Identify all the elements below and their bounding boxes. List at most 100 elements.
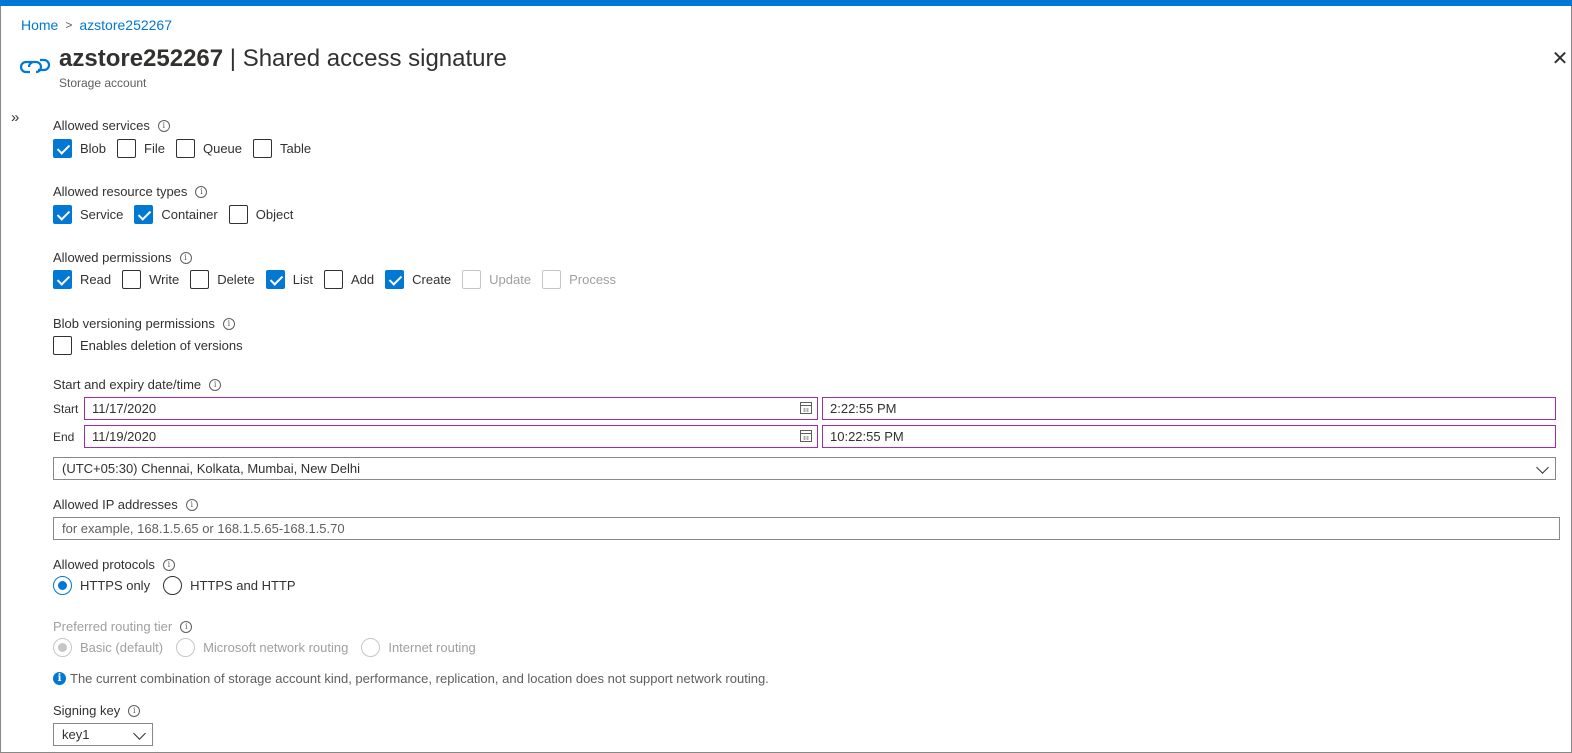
checkbox-box[interactable] xyxy=(190,270,210,289)
checkbox-blob[interactable]: Blob xyxy=(53,139,106,158)
double-chevron-right-icon[interactable]: » xyxy=(11,109,19,126)
start-date-field[interactable]: 11/17/2020 xyxy=(84,397,818,420)
checkbox-enables-deletion-of-versions[interactable]: Enables deletion of versions xyxy=(53,336,243,355)
checkbox-box[interactable] xyxy=(53,139,72,158)
checkbox-box[interactable] xyxy=(122,270,142,289)
calendar-icon[interactable] xyxy=(800,402,812,414)
checkbox-label: Add xyxy=(351,272,375,287)
info-icon[interactable]: i xyxy=(180,620,193,633)
protocols-label: Allowed protocols i xyxy=(53,557,175,572)
breadcrumb-chevron-icon: > xyxy=(65,18,73,32)
checkbox-read[interactable]: Read xyxy=(53,270,111,289)
radio-circle xyxy=(176,638,196,657)
info-icon[interactable]: i xyxy=(128,704,141,717)
chevron-down-icon xyxy=(133,727,146,740)
ip-addresses-text: Allowed IP addresses xyxy=(53,497,178,512)
end-time-value: 10:22:55 PM xyxy=(830,429,904,444)
start-time-field[interactable]: 2:22:55 PM xyxy=(822,397,1556,420)
radio-circle xyxy=(53,638,72,657)
checkbox-queue[interactable]: Queue xyxy=(175,139,242,158)
checkbox-table[interactable]: Table xyxy=(253,139,311,158)
radio-label: HTTPS and HTTP xyxy=(190,578,296,593)
blob-versioning-group: Enables deletion of versions xyxy=(53,336,254,355)
checkbox-box[interactable] xyxy=(117,139,137,158)
ip-addresses-label: Allowed IP addresses i xyxy=(53,497,198,512)
chevron-down-icon xyxy=(1536,461,1549,474)
checkbox-delete[interactable]: Delete xyxy=(190,270,255,289)
checkbox-label: Container xyxy=(161,207,218,222)
end-time-field[interactable]: 10:22:55 PM xyxy=(822,425,1556,448)
signing-key-text: Signing key xyxy=(53,703,121,718)
info-icon[interactable]: i xyxy=(209,378,222,391)
checkbox-label: List xyxy=(292,272,313,287)
checkbox-container[interactable]: Container xyxy=(134,205,218,224)
info-icon[interactable]: i xyxy=(195,185,208,198)
breadcrumb-resource-link[interactable]: azstore252267 xyxy=(79,17,172,33)
radio-microsoft-network-routing: Microsoft network routing xyxy=(176,638,348,657)
portal-top-bar xyxy=(0,0,1572,6)
checkbox-service[interactable]: Service xyxy=(53,205,123,224)
signing-key-dropdown[interactable]: key1 xyxy=(53,723,153,746)
radio-label: Internet routing xyxy=(388,640,476,655)
datetime-text: Start and expiry date/time xyxy=(53,377,202,392)
checkbox-label: Enables deletion of versions xyxy=(80,338,243,353)
checkbox-box[interactable] xyxy=(134,205,154,224)
info-icon[interactable]: i xyxy=(157,119,170,132)
calendar-icon[interactable] xyxy=(800,430,812,442)
checkbox-box[interactable] xyxy=(53,336,72,355)
timezone-value: (UTC+05:30) Chennai, Kolkata, Mumbai, Ne… xyxy=(62,461,361,476)
checkbox-object[interactable]: Object xyxy=(228,205,294,224)
checkbox-box[interactable] xyxy=(53,205,72,224)
protocols-group: HTTPS only HTTPS and HTTP xyxy=(53,576,309,595)
protocols-text: Allowed protocols xyxy=(53,557,155,572)
checkbox-box[interactable] xyxy=(253,139,273,158)
radio-label: Microsoft network routing xyxy=(203,640,349,655)
end-date-field[interactable]: 11/19/2020 xyxy=(84,425,818,448)
blade-name: | Shared access signature xyxy=(229,45,507,72)
routing-group: Basic (default) Microsoft network routin… xyxy=(53,638,489,657)
info-icon[interactable]: i xyxy=(185,498,198,511)
checkbox-label: Object xyxy=(255,207,294,222)
start-time-value: 2:22:55 PM xyxy=(830,401,897,416)
checkbox-label: Service xyxy=(80,207,124,222)
end-date-value: 11/19/2020 xyxy=(92,429,157,444)
checkbox-box[interactable] xyxy=(265,270,285,289)
info-icon[interactable]: i xyxy=(162,558,175,571)
end-label: End xyxy=(53,430,75,444)
checkbox-box[interactable] xyxy=(53,270,72,289)
checkbox-box[interactable] xyxy=(175,139,195,158)
checkbox-write[interactable]: Write xyxy=(122,270,179,289)
resource-name: azstore252267 xyxy=(59,45,224,72)
radio-https-and-http[interactable]: HTTPS and HTTP xyxy=(163,576,296,595)
ip-addresses-placeholder: for example, 168.1.5.65 or 168.1.5.65-16… xyxy=(62,521,345,536)
checkbox-label: File xyxy=(144,141,165,156)
radio-circle[interactable] xyxy=(53,576,72,595)
routing-notice-text: The current combination of storage accou… xyxy=(70,671,769,686)
routing-label: Preferred routing tier i xyxy=(53,619,193,634)
storage-link-icon xyxy=(19,58,51,74)
radio-basic-default: Basic (default) xyxy=(53,638,163,657)
checkbox-add[interactable]: Add xyxy=(324,270,374,289)
checkbox-box xyxy=(462,270,482,289)
checkbox-create[interactable]: Create xyxy=(385,270,451,289)
checkbox-label: Read xyxy=(80,272,112,287)
radio-circle[interactable] xyxy=(163,576,183,595)
checkbox-file[interactable]: File xyxy=(117,139,165,158)
checkbox-box[interactable] xyxy=(228,205,248,224)
timezone-dropdown[interactable]: (UTC+05:30) Chennai, Kolkata, Mumbai, Ne… xyxy=(53,457,1556,480)
checkbox-list[interactable]: List xyxy=(265,270,313,289)
info-icon[interactable]: i xyxy=(222,317,235,330)
checkbox-label: Process xyxy=(569,272,617,287)
checkbox-box[interactable] xyxy=(324,270,343,289)
checkbox-label: Write xyxy=(149,272,180,287)
allowed-resource-types-text: Allowed resource types xyxy=(53,184,188,199)
radio-https-only[interactable]: HTTPS only xyxy=(53,576,150,595)
ip-addresses-input[interactable]: for example, 168.1.5.65 or 168.1.5.65-16… xyxy=(53,517,1560,540)
close-icon[interactable]: ✕ xyxy=(1549,48,1571,70)
info-filled-icon: i xyxy=(53,672,66,685)
info-icon[interactable]: i xyxy=(179,251,192,264)
checkbox-box[interactable] xyxy=(385,270,405,289)
blob-versioning-label: Blob versioning permissions i xyxy=(53,316,235,331)
allowed-permissions-label: Allowed permissions i xyxy=(53,250,192,265)
breadcrumb-home-link[interactable]: Home xyxy=(21,17,58,33)
